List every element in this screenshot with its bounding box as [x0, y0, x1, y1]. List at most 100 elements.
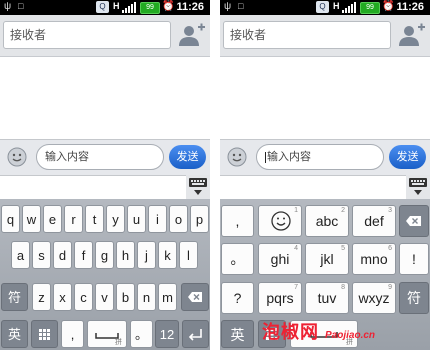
t9-key-7[interactable]: pqrs 7	[258, 282, 302, 314]
backspace-icon	[188, 292, 202, 302]
t9-language-key[interactable]: 英	[221, 320, 254, 348]
app-notification-icon: Q	[316, 1, 329, 13]
t9-digit-2: 2	[341, 207, 345, 214]
key-s[interactable]: s	[32, 241, 51, 269]
key-t[interactable]: t	[85, 205, 104, 233]
t9-digit-7: 7	[294, 284, 298, 291]
status-bar: ψ □ Q H 99 ⏰ 11:26	[220, 0, 430, 15]
key-v[interactable]: v	[95, 283, 114, 311]
key-i[interactable]: i	[148, 205, 167, 233]
t9-comma-key[interactable]: ,	[221, 205, 254, 237]
key-k[interactable]: k	[158, 241, 177, 269]
signal-icon	[342, 2, 356, 13]
t9-key-4[interactable]: ghi 4	[258, 243, 302, 275]
language-key[interactable]: 英	[1, 320, 28, 348]
sim-icon: □	[238, 1, 244, 11]
key-j[interactable]: j	[137, 241, 156, 269]
message-placeholder: 输入内容	[267, 151, 311, 163]
battery-icon: 99	[140, 2, 160, 14]
key-h[interactable]: h	[116, 241, 135, 269]
key-z[interactable]: z	[32, 283, 51, 311]
key-l[interactable]: l	[179, 241, 198, 269]
t9-exclaim-key[interactable]: !	[399, 243, 429, 275]
keyboard-switch-key[interactable]	[31, 320, 58, 348]
backspace-key[interactable]	[181, 283, 209, 311]
key-w[interactable]: w	[22, 205, 41, 233]
key-e[interactable]: e	[43, 205, 62, 233]
emoji-icon[interactable]	[7, 147, 27, 167]
text-cursor	[265, 151, 266, 163]
t9-key-8[interactable]: tuv 8	[305, 282, 349, 314]
t9-key-2[interactable]: abc 2	[305, 205, 349, 237]
recipient-bar: 接收者	[220, 15, 430, 57]
t9-key-3[interactable]: def 3	[352, 205, 396, 237]
send-button[interactable]: 发送	[389, 145, 426, 169]
send-button[interactable]: 发送	[169, 145, 206, 169]
key-o[interactable]: o	[169, 205, 188, 233]
phone-screen-qwerty: ψ □ Q H 99 ⏰ 11:26 接收者 输入内容 发送 q w e r t…	[0, 0, 210, 350]
key-m[interactable]: m	[158, 283, 177, 311]
add-contact-icon[interactable]	[396, 22, 426, 48]
key-p[interactable]: p	[190, 205, 209, 233]
battery-icon: 99	[360, 2, 380, 14]
key-f[interactable]: f	[74, 241, 93, 269]
emoji-icon[interactable]	[227, 147, 247, 167]
qwerty-keyboard: q w e r t y u i o p a s d f g h j k l 符 …	[0, 199, 210, 350]
usb-icon: ψ	[224, 1, 232, 12]
add-contact-icon[interactable]	[176, 22, 206, 48]
keyboard-hide-button[interactable]	[186, 175, 210, 199]
key-x[interactable]: x	[53, 283, 72, 311]
t9-key-6[interactable]: mno 6	[352, 243, 396, 275]
key-n[interactable]: n	[137, 283, 156, 311]
key-q[interactable]: q	[1, 205, 20, 233]
message-input[interactable]: 输入内容	[36, 144, 164, 170]
t9-question-key[interactable]: ?	[221, 282, 254, 314]
t9-digit-8: 8	[341, 284, 345, 291]
t9-key-9[interactable]: wxyz 9	[352, 282, 396, 314]
network-type: H	[333, 1, 340, 11]
t9-digit-6: 6	[388, 245, 392, 252]
key-b[interactable]: b	[116, 283, 135, 311]
sim-icon: □	[18, 1, 24, 11]
status-time: 11:26	[396, 1, 424, 13]
usb-icon: ψ	[4, 1, 12, 12]
t9-digit-5: 5	[341, 245, 345, 252]
message-input[interactable]: 输入内容	[256, 144, 384, 170]
symbol-key[interactable]: 符	[1, 283, 28, 311]
backspace-icon	[406, 216, 421, 226]
period-key[interactable]: 。	[130, 320, 153, 348]
number-key[interactable]: 12	[155, 320, 179, 348]
key-g[interactable]: g	[95, 241, 114, 269]
comma-key[interactable]: ,	[61, 320, 84, 348]
keyboard-hide-button[interactable]	[406, 175, 430, 199]
key-a[interactable]: a	[11, 241, 30, 269]
t9-digit-4: 4	[294, 245, 298, 252]
t9-period-label: 。	[230, 251, 245, 267]
keyboard-hide-icon	[189, 178, 207, 195]
watermark-site: Paojiao.cn	[325, 330, 376, 341]
t9-digit-1: 1	[294, 207, 298, 214]
key-r[interactable]: r	[64, 205, 83, 233]
status-bar: ψ □ Q H 99 ⏰ 11:26	[0, 0, 210, 15]
t9-backspace-key[interactable]	[399, 205, 429, 237]
t9-language-label: 英	[230, 327, 245, 343]
t9-period-key[interactable]: 。	[221, 243, 254, 275]
t9-key-5[interactable]: jkl 5	[305, 243, 349, 275]
t9-key-1[interactable]: 1	[258, 205, 302, 237]
recipient-input[interactable]: 接收者	[3, 21, 171, 49]
phone-screen-t9: ψ □ Q H 99 ⏰ 11:26 接收者 输入内容 发送 , 。 ? 1 a…	[220, 0, 430, 350]
key-y[interactable]: y	[106, 205, 125, 233]
t9-question-label: ?	[233, 290, 242, 306]
t9-symbol-label: 符	[407, 290, 421, 306]
recipient-bar: 接收者	[0, 15, 210, 57]
key-c[interactable]: c	[74, 283, 93, 311]
t9-symbol-key[interactable]: 符	[399, 282, 429, 314]
t9-comma-label: ,	[235, 213, 240, 229]
network-type: H	[113, 1, 120, 11]
key-d[interactable]: d	[53, 241, 72, 269]
key-u[interactable]: u	[127, 205, 146, 233]
recipient-input[interactable]: 接收者	[223, 21, 391, 49]
space-key[interactable]: 拼	[87, 320, 127, 348]
watermark-main: 泡椒网	[262, 322, 319, 342]
enter-key[interactable]	[182, 320, 209, 348]
